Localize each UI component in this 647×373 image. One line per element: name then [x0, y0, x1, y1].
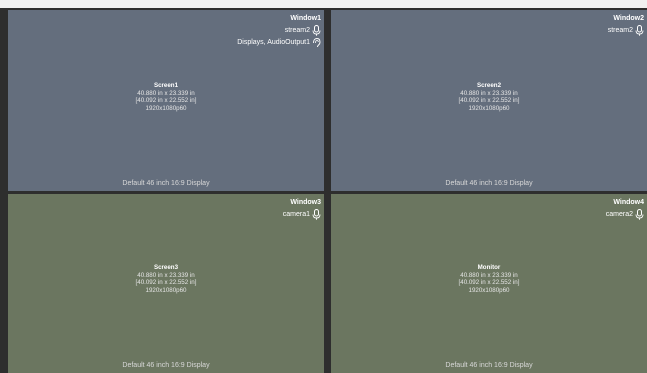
microphone-icon[interactable]	[635, 25, 644, 36]
window-header: Window4 camera2	[606, 197, 644, 220]
display-type-label: Default 46 inch 16:9 Display	[445, 180, 533, 187]
screen-resolution: 1920x1080p60	[468, 286, 510, 294]
window-title: Window4	[613, 199, 644, 206]
microphone-icon[interactable]	[635, 209, 644, 220]
screen-name: Monitor	[477, 264, 501, 271]
screen-pane-4[interactable]: Window4 camera2 Monitor 40.880 in x 23.3…	[331, 194, 647, 373]
source-label: camera1	[282, 211, 310, 218]
screen-resolution: 1920x1080p60	[145, 104, 187, 112]
microphone-icon[interactable]	[312, 209, 321, 220]
screen-pane-3[interactable]: Window3 camera1 Screen3 40.880 in x 23.3…	[8, 194, 324, 373]
source-row[interactable]: camera2	[606, 209, 644, 220]
screen-info: Screen2 40.880 in x 23.339 in [40.092 in…	[331, 82, 647, 112]
source-row[interactable]: stream2	[237, 25, 321, 36]
screen-inner-size: [40.092 in x 22.552 in]	[458, 279, 520, 286]
source-row[interactable]: Displays, AudioOutput1	[237, 37, 321, 48]
display-type-label: Default 46 inch 16:9 Display	[122, 362, 210, 369]
screen-size: 40.880 in x 23.339 in	[137, 271, 195, 279]
source-row[interactable]: stream2	[608, 25, 644, 36]
window-title: Window3	[290, 199, 321, 206]
screen-name: Screen3	[153, 264, 179, 271]
screen-name: Screen2	[476, 82, 502, 89]
screen-info: Monitor 40.880 in x 23.339 in [40.092 in…	[331, 264, 647, 294]
window-title: Window1	[290, 15, 321, 22]
display-type-label: Default 46 inch 16:9 Display	[445, 362, 533, 369]
window-header: Window2 stream2	[608, 13, 644, 36]
screen-inner-size: [40.092 in x 22.552 in]	[458, 97, 520, 104]
top-edge	[0, 0, 647, 8]
screen-size: 40.880 in x 23.339 in	[460, 89, 518, 97]
screen-size: 40.880 in x 23.339 in	[137, 89, 195, 97]
screen-inner-size: [40.092 in x 22.552 in]	[135, 97, 197, 104]
window-header: Window1 stream2 Displays, AudioOutput1	[237, 13, 321, 48]
screen-inner-size: [40.092 in x 22.552 in]	[135, 279, 197, 286]
source-row[interactable]: camera1	[283, 209, 321, 220]
display-type-label: Default 46 inch 16:9 Display	[122, 180, 210, 187]
microphone-icon[interactable]	[312, 25, 321, 36]
screen-name: Screen1	[153, 82, 179, 89]
left-frame	[0, 8, 8, 373]
screen-resolution: 1920x1080p60	[145, 286, 187, 294]
screen-resolution: 1920x1080p60	[468, 104, 510, 112]
screen-pane-1[interactable]: Window1 stream2 Displays, AudioOutput1 S…	[8, 10, 324, 191]
source-label: camera2	[605, 211, 633, 218]
screen-info: Screen3 40.880 in x 23.339 in [40.092 in…	[8, 264, 324, 294]
source-label: stream2	[284, 27, 310, 34]
window-title: Window2	[613, 15, 644, 22]
source-label: Displays, AudioOutput1	[237, 39, 310, 46]
video-wall-layout: Window1 stream2 Displays, AudioOutput1 S…	[0, 0, 647, 373]
window-header: Window3 camera1	[283, 197, 321, 220]
audio-output-icon[interactable]	[312, 37, 321, 48]
screen-size: 40.880 in x 23.339 in	[460, 271, 518, 279]
screen-pane-2[interactable]: Window2 stream2 Screen2 40.880 in x 23.3…	[331, 10, 647, 191]
source-label: stream2	[607, 27, 633, 34]
screen-info: Screen1 40.880 in x 23.339 in [40.092 in…	[8, 82, 324, 112]
